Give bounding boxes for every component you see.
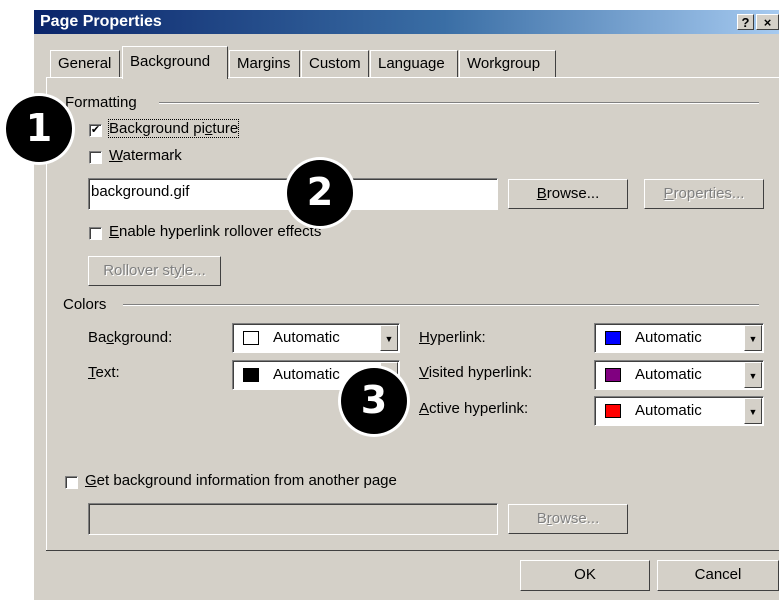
ok-button[interactable]: OK	[520, 560, 650, 591]
watermark-checkbox[interactable]	[89, 151, 102, 164]
formatting-divider	[159, 102, 759, 104]
tab-panel: Formatting ✔ Background picture Watermar…	[46, 77, 779, 551]
hyperlink-color-label: Hyperlink:	[419, 329, 486, 346]
active-hyperlink-color-label: Active hyperlink:	[419, 400, 529, 417]
tab-margins[interactable]: Margins	[229, 50, 300, 78]
visited-hyperlink-color-select[interactable]: Automatic ▼	[594, 360, 764, 390]
callout-marker-3: 3	[341, 368, 407, 434]
active-hyperlink-color-value: Automatic	[635, 402, 702, 419]
browse-button[interactable]: Browse...	[508, 179, 628, 209]
background-color-swatch	[243, 331, 259, 345]
watermark-label[interactable]: Watermark	[109, 147, 182, 164]
browse-page-button[interactable]: Browse...	[508, 504, 628, 534]
title-bar[interactable]: Page Properties ? ×	[34, 10, 779, 34]
tab-workgroup[interactable]: Workgroup	[459, 50, 556, 78]
dropdown-arrow-icon[interactable]: ▼	[744, 398, 762, 424]
background-picture-checkbox[interactable]: ✔	[89, 124, 102, 137]
cancel-button[interactable]: Cancel	[657, 560, 779, 591]
background-color-value: Automatic	[273, 329, 340, 346]
hyperlink-color-value: Automatic	[635, 329, 702, 346]
active-hyperlink-color-select[interactable]: Automatic ▼	[594, 396, 764, 426]
dropdown-arrow-icon[interactable]: ▼	[744, 325, 762, 351]
tab-general[interactable]: General	[50, 50, 120, 78]
colors-divider	[123, 304, 759, 306]
background-color-select[interactable]: Automatic ▼	[232, 323, 400, 353]
callout-marker-2: 2	[287, 160, 353, 226]
visited-hyperlink-color-swatch	[605, 368, 621, 382]
tab-background[interactable]: Background	[122, 46, 228, 79]
tab-custom[interactable]: Custom	[301, 50, 369, 78]
get-background-checkbox[interactable]	[65, 476, 78, 489]
formatting-group-label: Formatting	[65, 94, 137, 111]
close-button[interactable]: ×	[756, 14, 779, 30]
get-background-label[interactable]: Get background information from another …	[85, 472, 397, 489]
colors-group-label: Colors	[63, 296, 107, 313]
tab-language[interactable]: Language	[370, 50, 458, 78]
dialog-title: Page Properties	[40, 13, 162, 30]
text-color-value: Automatic	[273, 366, 340, 383]
hyperlink-color-select[interactable]: Automatic ▼	[594, 323, 764, 353]
dropdown-arrow-icon[interactable]: ▼	[380, 325, 398, 351]
check-icon: ✔	[90, 124, 101, 136]
text-color-label: Text:	[88, 364, 120, 381]
active-hyperlink-color-swatch	[605, 404, 621, 418]
callout-marker-1: 1	[6, 96, 72, 162]
text-color-swatch	[243, 368, 259, 382]
hyperlink-color-swatch	[605, 331, 621, 345]
background-file-value: background.gif	[91, 183, 190, 200]
background-page-input[interactable]	[88, 503, 498, 535]
visited-hyperlink-color-label: Visited hyperlink:	[419, 364, 533, 381]
background-picture-label[interactable]: Background picture	[107, 119, 240, 138]
dropdown-arrow-icon[interactable]: ▼	[744, 362, 762, 388]
panel-bottom-edge	[46, 550, 779, 551]
help-button[interactable]: ?	[737, 14, 754, 30]
background-color-label: Background:	[88, 329, 173, 346]
properties-button[interactable]: Properties...	[644, 179, 764, 209]
rollover-style-button[interactable]: Rollover style...	[88, 256, 221, 286]
rollover-effects-label[interactable]: Enable hyperlink rollover effects	[109, 223, 321, 240]
visited-hyperlink-color-value: Automatic	[635, 366, 702, 383]
rollover-effects-checkbox[interactable]	[89, 227, 102, 240]
